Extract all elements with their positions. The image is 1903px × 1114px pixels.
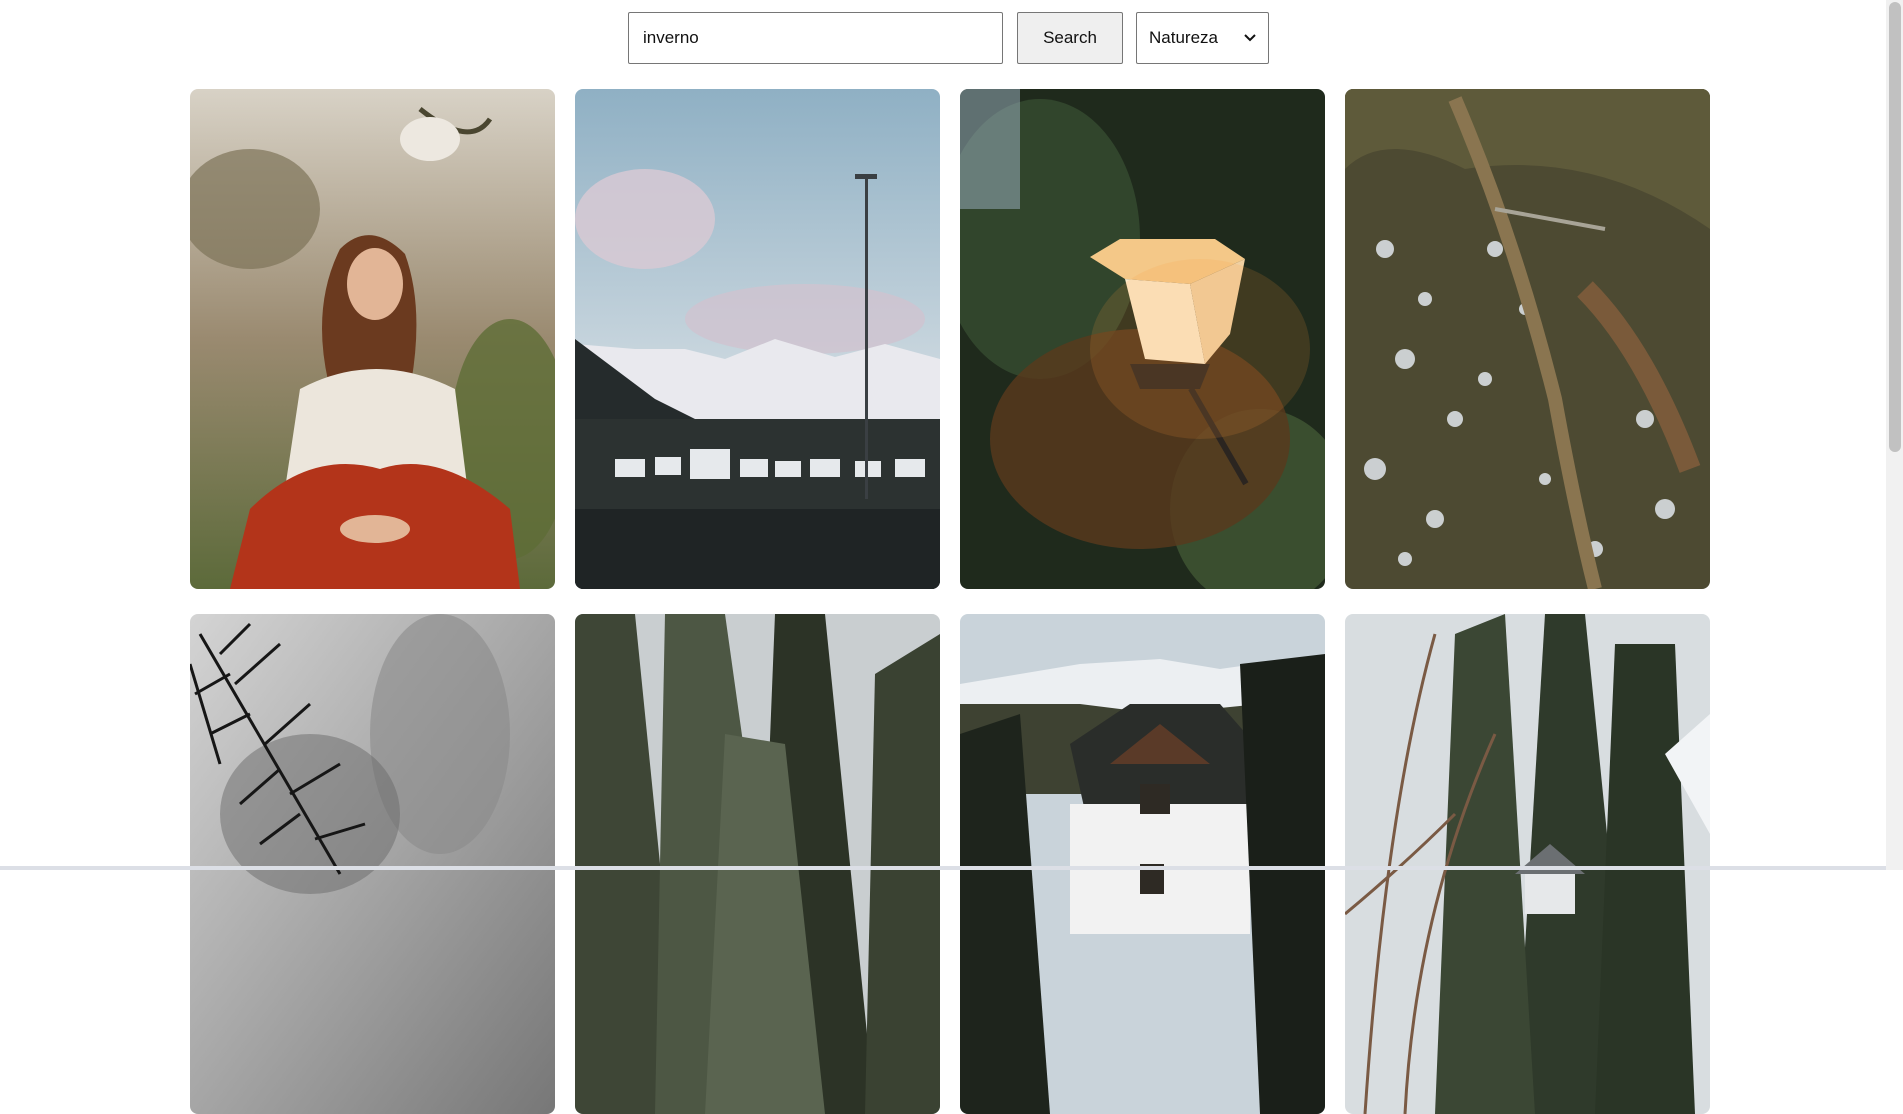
photo-card[interactable] — [575, 89, 940, 589]
chevron-down-icon — [1244, 34, 1256, 42]
photo-card[interactable] — [960, 614, 1325, 1114]
photo-dark-pines — [575, 614, 940, 1114]
photo-card[interactable] — [190, 614, 555, 1114]
photo-aerial-village — [1345, 89, 1710, 589]
photo-card[interactable] — [960, 89, 1325, 589]
photo-street-lamp — [960, 89, 1325, 589]
photo-blurred-pine — [190, 614, 555, 1114]
bottom-border — [0, 866, 1886, 870]
photo-card[interactable] — [190, 89, 555, 589]
category-select[interactable]: Natureza — [1136, 12, 1269, 64]
photo-mountains-parking — [575, 89, 940, 589]
photo-house-winter-trees — [1345, 614, 1710, 1114]
search-button[interactable]: Search — [1017, 12, 1123, 64]
photo-card[interactable] — [1345, 89, 1710, 589]
photo-chalet — [960, 614, 1325, 1114]
photo-card[interactable] — [575, 614, 940, 1114]
scrollbar-thumb[interactable] — [1889, 2, 1901, 452]
search-input[interactable] — [628, 12, 1003, 64]
vertical-scrollbar[interactable] — [1886, 0, 1903, 870]
photo-woman-red-blanket — [190, 89, 555, 589]
photo-card[interactable] — [1345, 614, 1710, 1114]
category-select-value: Natureza — [1149, 28, 1218, 47]
